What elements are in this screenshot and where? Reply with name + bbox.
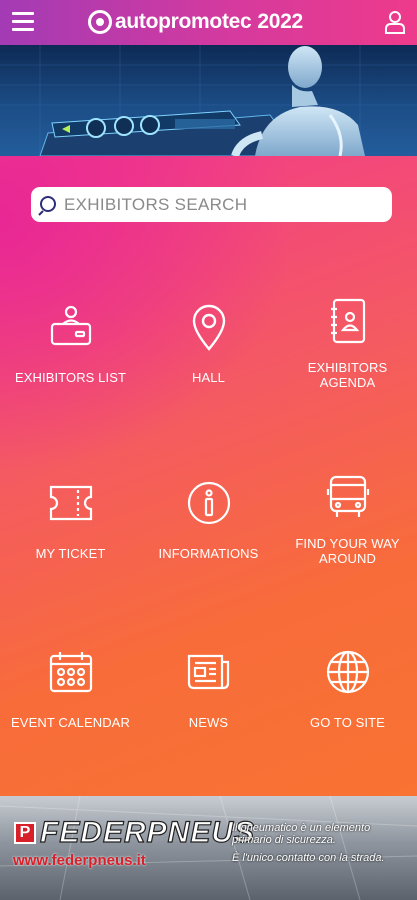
top-app-bar: autopromotec 2022 — [0, 0, 417, 45]
tile-informations-label: INFORMATIONS — [158, 546, 259, 561]
tile-exhibitors-list[interactable]: EXHIBITORS LIST — [1, 302, 140, 385]
calendar-icon — [46, 647, 96, 697]
logo-year: 2022 — [257, 10, 303, 33]
tile-exhibitors-agenda-label: EXHIBITORS AGENDA — [307, 360, 388, 390]
tile-exhibitors-agenda[interactable]: EXHIBITORS AGENDA — [278, 296, 417, 390]
hamburger-menu-icon[interactable] — [12, 12, 34, 32]
tile-exhibitors-list-label: EXHIBITORS LIST — [14, 370, 127, 385]
ad-brand-name: FEDERPNEUS — [39, 815, 256, 849]
tile-event-calendar[interactable]: EVENT CALENDAR — [1, 647, 140, 730]
search-placeholder: EXHIBITORS SEARCH — [64, 194, 248, 214]
tile-event-calendar-label: EVENT CALENDAR — [11, 715, 130, 730]
federpneus-logo-icon: P — [14, 822, 36, 844]
globe-icon — [323, 647, 373, 697]
map-pin-icon — [184, 302, 234, 352]
tile-my-ticket-label: MY TICKET — [35, 546, 106, 561]
tile-go-to-site-label: GO TO SITE — [310, 715, 385, 730]
ticket-icon — [46, 478, 96, 528]
newspaper-icon — [184, 647, 234, 697]
ad-tagline-1: Il pneumatico è un elemento primario di … — [232, 822, 371, 846]
user-profile-icon[interactable] — [384, 10, 406, 34]
tile-go-to-site[interactable]: GO TO SITE — [278, 647, 417, 730]
app-logo: autopromotec 2022 — [88, 8, 303, 36]
tile-news-label: NEWS — [188, 715, 229, 730]
ad-tagline-2: È l'unico contatto con la strada. — [232, 852, 385, 864]
tile-my-ticket[interactable]: MY TICKET — [1, 478, 140, 561]
logo-mark-icon — [88, 10, 112, 34]
search-icon — [38, 195, 56, 216]
contact-book-icon — [323, 296, 373, 346]
tile-informations[interactable]: INFORMATIONS — [139, 478, 278, 561]
tile-hall[interactable]: HALL — [139, 302, 278, 385]
bus-icon — [323, 472, 373, 522]
sponsor-ad-banner[interactable]: P FEDERPNEUS www.federpneus.it Il pneuma… — [0, 796, 417, 900]
tile-find-your-way-label: FIND YOUR WAY AROUND — [295, 536, 400, 566]
tile-hall-label: HALL — [192, 370, 225, 385]
tile-find-your-way[interactable]: FIND YOUR WAY AROUND — [278, 472, 417, 566]
exhibitor-desk-icon — [46, 302, 96, 352]
header-banner-image — [0, 45, 417, 156]
ad-url-link[interactable]: www.federpneus.it — [13, 852, 146, 869]
exhibitors-search-input[interactable]: EXHIBITORS SEARCH — [31, 187, 392, 222]
info-icon — [184, 478, 234, 528]
tile-news[interactable]: NEWS — [139, 647, 278, 730]
main-menu-area: EXHIBITORS SEARCH EXHIBITORS LIST HALL E… — [0, 156, 417, 796]
logo-brand: autopromotec — [115, 10, 252, 33]
